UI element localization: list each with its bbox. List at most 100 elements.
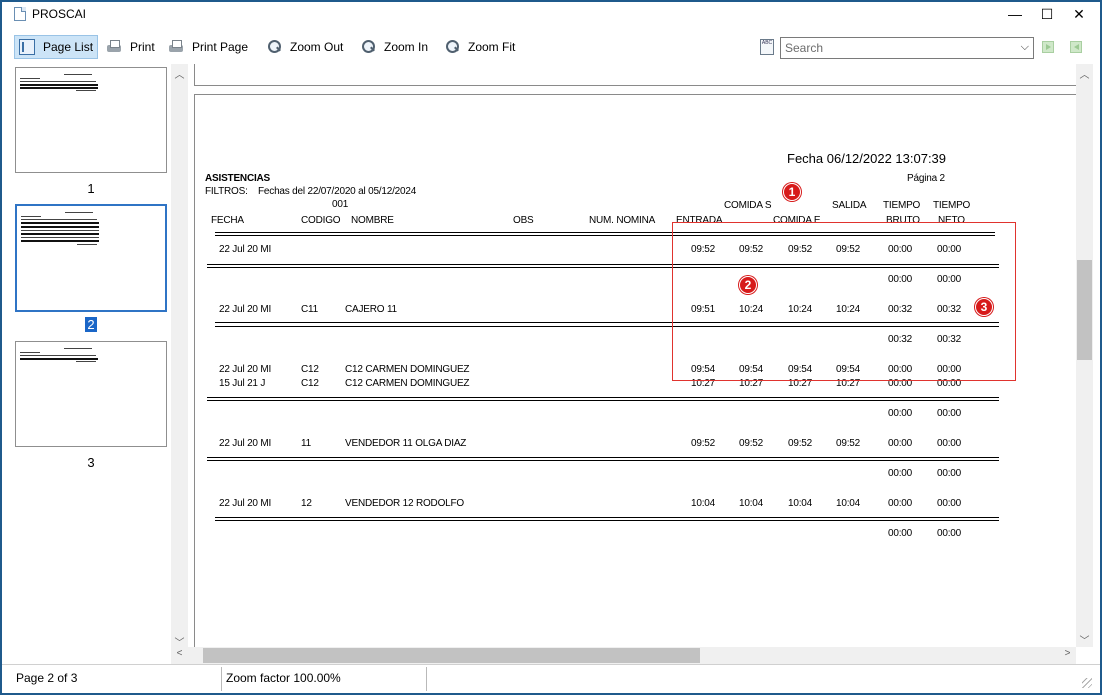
annotation-highlight-box xyxy=(672,222,1016,381)
scroll-down-icon[interactable]: ﹀ xyxy=(1076,632,1093,647)
document-icon xyxy=(14,7,26,21)
row-comida-e: 10:04 xyxy=(788,498,813,509)
rule xyxy=(207,460,999,461)
row-nombre: C12 CARMEN DOMINGUEZ xyxy=(345,364,470,375)
scroll-up-icon[interactable]: ︿ xyxy=(1076,66,1093,81)
filters-label: FILTROS: xyxy=(205,186,248,197)
page-number-1: 1 xyxy=(87,181,95,196)
zoom-out-icon xyxy=(266,39,282,55)
row-comida-e: 09:52 xyxy=(788,438,813,449)
print-label: Print xyxy=(130,40,155,54)
report-page-number: Página 2 xyxy=(907,173,945,184)
filters-value: Fechas del 22/07/2020 al 05/12/2024 xyxy=(258,186,417,197)
subtotal-neto: 00:00 xyxy=(937,528,962,539)
row-nombre: C12 CARMEN DOMINGUEZ xyxy=(345,378,470,389)
col-obs: OBS xyxy=(513,215,534,226)
print-page-label: Print Page xyxy=(192,40,249,54)
previous-page-edge xyxy=(194,64,1076,86)
row-codigo: 12 xyxy=(301,498,312,509)
status-page-info: Page 2 of 3 xyxy=(16,671,78,685)
subtotal-neto: 00:00 xyxy=(937,408,962,419)
row-bruto: 00:00 xyxy=(888,438,913,449)
status-divider xyxy=(221,667,222,691)
status-zoom: Zoom factor 100.00% xyxy=(226,671,341,685)
col-comida-s: COMIDA S xyxy=(724,200,772,211)
page-list-button[interactable]: Page List xyxy=(14,35,99,59)
row-neto: 00:00 xyxy=(937,498,962,509)
row-codigo: C12 xyxy=(301,378,319,389)
row-fecha: 22 Jul 20 MI xyxy=(219,244,272,255)
document-viewport[interactable]: Fecha 06/12/2022 13:07:39 Página 2 ASIST… xyxy=(188,64,1076,647)
row-salida: 10:04 xyxy=(836,498,861,509)
page-list-icon xyxy=(19,39,35,55)
maximize-button[interactable]: ☐ xyxy=(1031,2,1063,26)
status-divider xyxy=(426,667,427,691)
rule xyxy=(207,400,999,401)
row-nombre: CAJERO 11 xyxy=(345,304,397,315)
search-previous-icon[interactable] xyxy=(1070,41,1082,53)
rule xyxy=(215,517,999,518)
window-title: PROSCAI xyxy=(32,7,87,21)
row-fecha: 15 Jul 21 J xyxy=(219,378,266,389)
horizontal-scroll-thumb[interactable] xyxy=(203,648,700,663)
page-number-3: 3 xyxy=(87,455,95,470)
row-fecha: 22 Jul 20 MI xyxy=(219,304,272,315)
app-window: PROSCAI — ☐ ✕ Page List Print Print Page… xyxy=(0,0,1102,695)
thumbnail-scrollbar[interactable]: ︿ ﹀ xyxy=(171,64,188,649)
row-nombre: VENDEDOR 11 OLGA DIAZ xyxy=(345,438,467,449)
col-salida: SALIDA xyxy=(832,200,867,211)
print-page-icon xyxy=(168,39,184,55)
search-input[interactable] xyxy=(781,39,1011,57)
page-number-2: 2 xyxy=(15,317,167,332)
search-next-icon[interactable] xyxy=(1042,41,1054,53)
annotation-badge-2: 2 xyxy=(739,276,757,294)
scroll-up-icon[interactable]: ︿ xyxy=(171,66,188,81)
toolbar: Page List Print Print Page Zoom Out Zoom… xyxy=(2,26,1100,64)
zoom-in-button[interactable]: Zoom In xyxy=(360,36,428,58)
subtotal-neto: 00:00 xyxy=(937,468,962,479)
row-entrada: 10:04 xyxy=(691,498,716,509)
col-codigo: CODIGO xyxy=(301,215,341,226)
subtotal-bruto: 00:00 xyxy=(888,528,913,539)
print-page-button[interactable]: Print Page xyxy=(168,36,248,58)
row-comida-s: 10:04 xyxy=(739,498,764,509)
page-thumbnail-3[interactable] xyxy=(15,341,167,447)
print-button[interactable]: Print xyxy=(106,36,155,58)
resize-grip-icon[interactable] xyxy=(1082,678,1092,688)
close-button[interactable]: ✕ xyxy=(1063,2,1095,26)
page-thumbnail-1[interactable] xyxy=(15,67,167,173)
vertical-scrollbar[interactable]: ︿ ﹀ xyxy=(1076,64,1093,647)
zoom-fit-icon xyxy=(444,39,460,55)
title-bar: PROSCAI — ☐ ✕ xyxy=(2,2,1100,26)
vertical-scroll-thumb[interactable] xyxy=(1077,260,1092,360)
horizontal-scrollbar[interactable]: < > xyxy=(171,647,1076,664)
annotation-badge-1: 1 xyxy=(783,183,801,201)
col-tiempo-bruto-1: TIEMPO xyxy=(883,200,921,211)
page-thumbnail-2[interactable] xyxy=(15,204,167,312)
row-entrada: 09:52 xyxy=(691,438,716,449)
scroll-left-icon[interactable]: < xyxy=(171,648,188,659)
spell-check-icon[interactable]: ABC xyxy=(760,39,774,55)
zoom-out-label: Zoom Out xyxy=(290,40,344,54)
minimize-button[interactable]: — xyxy=(999,2,1031,26)
row-codigo: C11 xyxy=(301,304,319,315)
page-list-label: Page List xyxy=(43,40,94,54)
row-salida: 09:52 xyxy=(836,438,861,449)
zoom-out-button[interactable]: Zoom Out xyxy=(266,36,343,58)
scroll-right-icon[interactable]: > xyxy=(1059,648,1076,659)
row-fecha: 22 Jul 20 MI xyxy=(219,364,272,375)
zoom-fit-button[interactable]: Zoom Fit xyxy=(444,36,515,58)
search-combobox[interactable]: ⌵ xyxy=(780,37,1034,59)
chevron-down-icon[interactable]: ⌵ xyxy=(1021,41,1029,54)
row-codigo: 11 xyxy=(301,438,311,449)
row-codigo: C12 xyxy=(301,364,319,375)
rule xyxy=(207,457,999,458)
row-nombre: VENDEDOR 12 RODOLFO xyxy=(345,498,465,509)
page-list-pane: 1 2 3 ︿ ﹀ xyxy=(11,64,188,660)
group-code: 001 xyxy=(332,199,349,210)
row-neto: 00:00 xyxy=(937,438,962,449)
col-nombre: NOMBRE xyxy=(351,215,394,226)
printer-icon xyxy=(106,39,122,55)
row-fecha: 22 Jul 20 MI xyxy=(219,498,272,509)
page-number-2-selected: 2 xyxy=(85,317,97,332)
